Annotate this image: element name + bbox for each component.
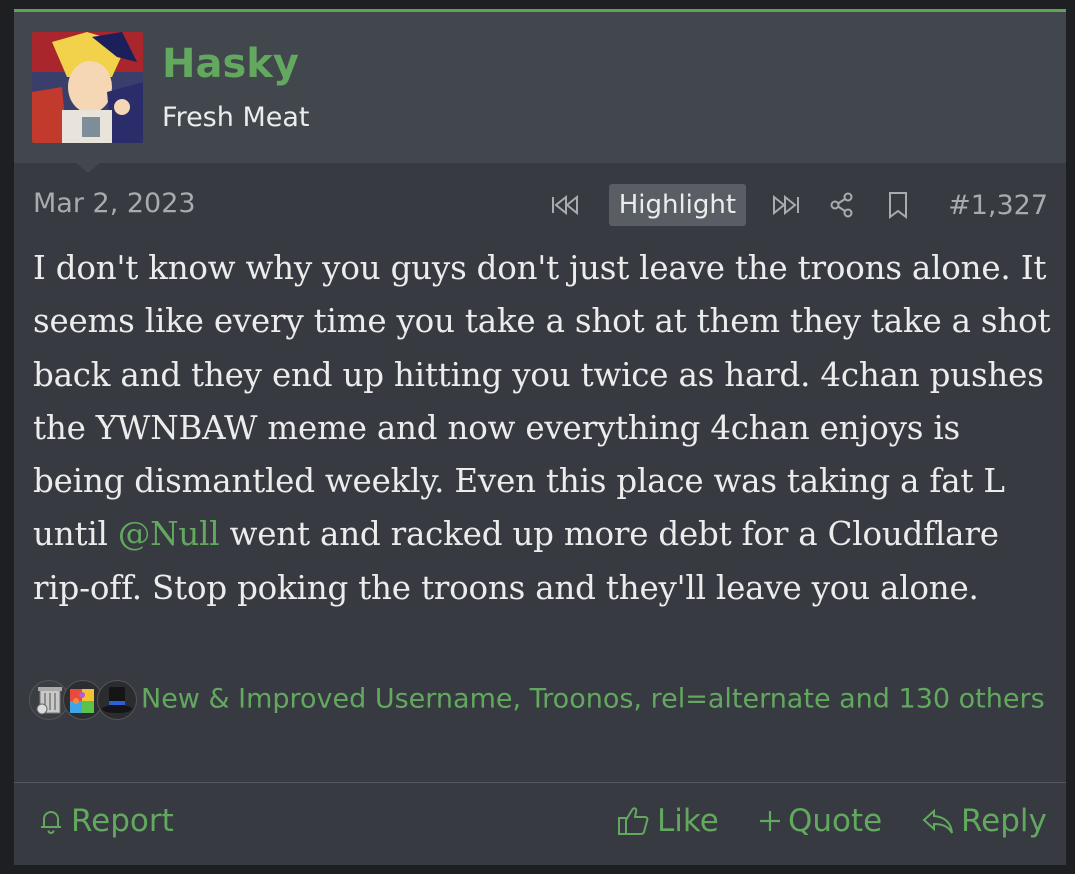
post-message-body: I don't know why you guys don't just lea… [33,242,1053,615]
report-button[interactable]: Report [36,796,174,846]
like-label: Like [657,803,719,839]
footer-divider [14,782,1066,783]
report-label: Report [71,803,174,839]
reply-arrow-icon [922,808,953,834]
quote-label: Quote [788,803,883,839]
reactions-list-text[interactable]: New & Improved Username, Troonos, rel=al… [141,684,1045,715]
previous-highlight-icon[interactable] [547,187,583,223]
post-footer-actions: Report Like Quote Reply [14,796,1066,846]
user-title: Fresh Meat [162,102,310,133]
reaction-icons[interactable] [29,678,137,722]
plus-icon [760,811,780,831]
post-user-header: Hasky Fresh Meat [14,12,1066,163]
reply-button[interactable]: Reply [920,796,1047,846]
share-icon[interactable] [824,187,860,223]
post-container: Hasky Fresh Meat Mar 2, 2023 Highlight #… [14,9,1066,865]
next-highlight-icon[interactable] [768,187,804,223]
post-meta-actions: Highlight #1,327 [547,182,1048,228]
highlight-button[interactable]: Highlight [608,184,747,226]
user-avatar[interactable] [32,32,143,143]
reactions-bar: New & Improved Username, Troonos, rel=al… [29,678,1049,722]
bookmark-icon[interactable] [880,187,916,223]
post-date[interactable]: Mar 2, 2023 [33,188,196,219]
like-button[interactable]: Like [616,796,719,846]
thumbs-up-icon [618,807,649,835]
post-number-link[interactable]: #1,327 [948,190,1048,221]
reply-label: Reply [961,803,1047,839]
quote-button[interactable]: Quote [757,796,882,846]
username[interactable]: Hasky [162,39,299,89]
top-hat-icon [97,680,137,720]
header-arrow [76,163,100,173]
bell-icon [41,811,61,834]
user-mention-link[interactable]: @Null [118,515,220,553]
post-meta-row: Mar 2, 2023 Highlight #1,327 [14,182,1066,228]
avatar-image [32,32,143,143]
post-text-part-1: I don't know why you guys don't just lea… [33,249,1051,554]
